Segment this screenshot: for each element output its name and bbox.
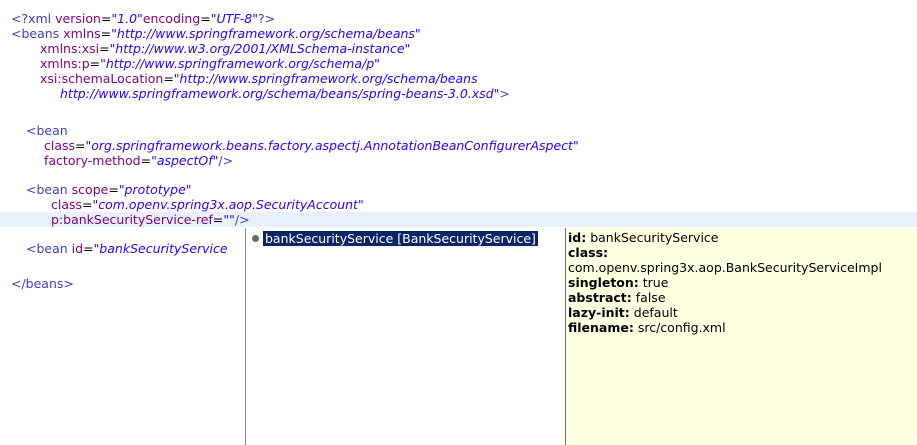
info-id-line: id: bankSecurityService [568, 230, 719, 245]
equals: = [108, 182, 119, 197]
bean2-class-value: "com.openv.spring3x.aop.SecurityAccount" [92, 197, 364, 212]
bean1-class-line: class="org.springframework.beans.factory… [44, 138, 579, 153]
info-filename-key: filename: [568, 320, 634, 335]
equals: = [140, 153, 152, 168]
decl-close: ?> [257, 11, 276, 26]
xmlns-xsi-value: "http://www.w3.org/2001/XMLSchema-instan… [109, 41, 411, 56]
info-lazy-init-line: lazy-init: default [568, 305, 678, 320]
info-filename-value: src/config.xml [633, 320, 726, 335]
info-id-key: id: [568, 230, 587, 245]
xmlns-value: "http://www.springframework.org/schema/b… [111, 26, 421, 41]
bean1-open-line: <bean [26, 123, 68, 138]
bean2-scope-value: "prototype" [118, 182, 192, 197]
tag-self-close: /> [234, 212, 250, 227]
info-filename-line: filename: src/config.xml [568, 320, 726, 335]
bean3-id-value: "bankSecurityService [93, 241, 228, 256]
bean2-class-attr: class [51, 197, 83, 212]
equals: = [83, 241, 94, 256]
bean-info-popup: id: bankSecurityService class: com.openv… [565, 228, 917, 445]
beans-open-line: <beans xmlns="http://www.springframework… [11, 26, 421, 41]
xmlns-p-value: "http://www.springframework.org/schema/p… [100, 56, 380, 71]
info-singleton-value: true [638, 275, 669, 290]
bean1-class-attr: class [44, 138, 76, 153]
beans-close-line: </beans> [11, 276, 74, 291]
bean1-factory-value: "aspectOf" [151, 153, 219, 168]
schema-location-attr: xsi:schemaLocation [40, 71, 164, 86]
info-lazy-init-value: default [629, 305, 678, 320]
info-singleton-key: singleton: [568, 275, 639, 290]
xmlns-p-line: xmlns:p="http://www.springframework.org/… [40, 56, 380, 71]
equals: = [100, 26, 112, 41]
bean3-open-line: <bean id="bankSecurityService [26, 241, 228, 256]
content-assist-popup[interactable]: bankSecurityService [BankSecurityService… [245, 228, 565, 445]
info-singleton-line: singleton: true [568, 275, 668, 290]
tag-self-close: /> [218, 153, 234, 168]
equals: = [163, 71, 174, 86]
xml-declaration-line: <?xml version="1.0"encoding="UTF-8"?> [11, 11, 275, 26]
xmlns-p-attr: xmlns:p [40, 56, 90, 71]
info-id-value: bankSecurityService [586, 230, 719, 245]
bean2-open-line: <bean scope="prototype" [26, 182, 192, 197]
info-class-key-line: class: [568, 245, 608, 260]
decl-open: <?xml [11, 11, 56, 26]
equals: = [99, 41, 110, 56]
bean2-scope-attr: scope [71, 182, 109, 197]
info-abstract-key: abstract: [568, 290, 632, 305]
equals: = [212, 212, 224, 227]
xmlns-xsi-line: xmlns:xsi="http://www.w3.org/2001/XMLSch… [40, 41, 410, 56]
xmlns-attr: xmlns [63, 26, 101, 41]
info-abstract-value: false [631, 290, 666, 305]
bean1-open-tag: <bean [26, 123, 68, 138]
schema-location-value-2: http://www.springframework.org/schema/be… [60, 86, 500, 101]
beans-open-tag: <beans [11, 26, 64, 41]
xmlns-xsi-attr: xmlns:xsi [40, 41, 100, 56]
info-lazy-init-key: lazy-init: [568, 305, 630, 320]
bean2-open-tag: <bean [26, 182, 72, 197]
bean2-pref-value[interactable]: "" [223, 212, 235, 227]
equals: = [89, 56, 101, 71]
schema-location-value-1: "http://www.springframework.org/schema/b… [173, 71, 478, 86]
current-line[interactable]: p:bankSecurityService-ref=""/> [0, 212, 917, 227]
bean2-class-line: class="com.openv.spring3x.aop.SecurityAc… [51, 197, 364, 212]
decl-encoding-attr: encoding [142, 11, 201, 26]
bean2-pref-attr: p:bankSecurityService-ref [51, 212, 213, 227]
decl-version-value: "1.0" [111, 11, 143, 26]
tag-close: > [499, 86, 510, 101]
bean1-factory-line: factory-method="aspectOf"/> [44, 153, 233, 168]
proposal-label[interactable]: bankSecurityService [BankSecurityService… [263, 231, 538, 246]
equals: = [100, 11, 112, 26]
info-class-key: class: [568, 245, 609, 260]
schema-location-line-2: http://www.springframework.org/schema/be… [60, 86, 510, 101]
decl-version-attr: version [55, 11, 101, 26]
proposal-item[interactable]: bankSecurityService [BankSecurityService… [252, 231, 538, 246]
info-class-value: com.openv.spring3x.aop.BankSecurityServi… [568, 260, 882, 275]
bean1-class-value: "org.springframework.beans.factory.aspec… [85, 138, 579, 153]
beans-close-tag: </beans> [11, 276, 74, 291]
equals: = [75, 138, 86, 153]
bean3-id-attr: id [71, 241, 84, 256]
equals: = [82, 197, 93, 212]
bean3-open-tag: <bean [26, 241, 72, 256]
bean-proposal-icon [252, 235, 259, 242]
decl-encoding-value: "UTF-8" [210, 11, 258, 26]
schema-location-line: xsi:schemaLocation="http://www.springfra… [40, 71, 478, 86]
info-abstract-line: abstract: false [568, 290, 666, 305]
info-class-value-line: com.openv.spring3x.aop.BankSecurityServi… [568, 260, 882, 275]
bean1-factory-attr: factory-method [44, 153, 141, 168]
equals: = [200, 11, 211, 26]
